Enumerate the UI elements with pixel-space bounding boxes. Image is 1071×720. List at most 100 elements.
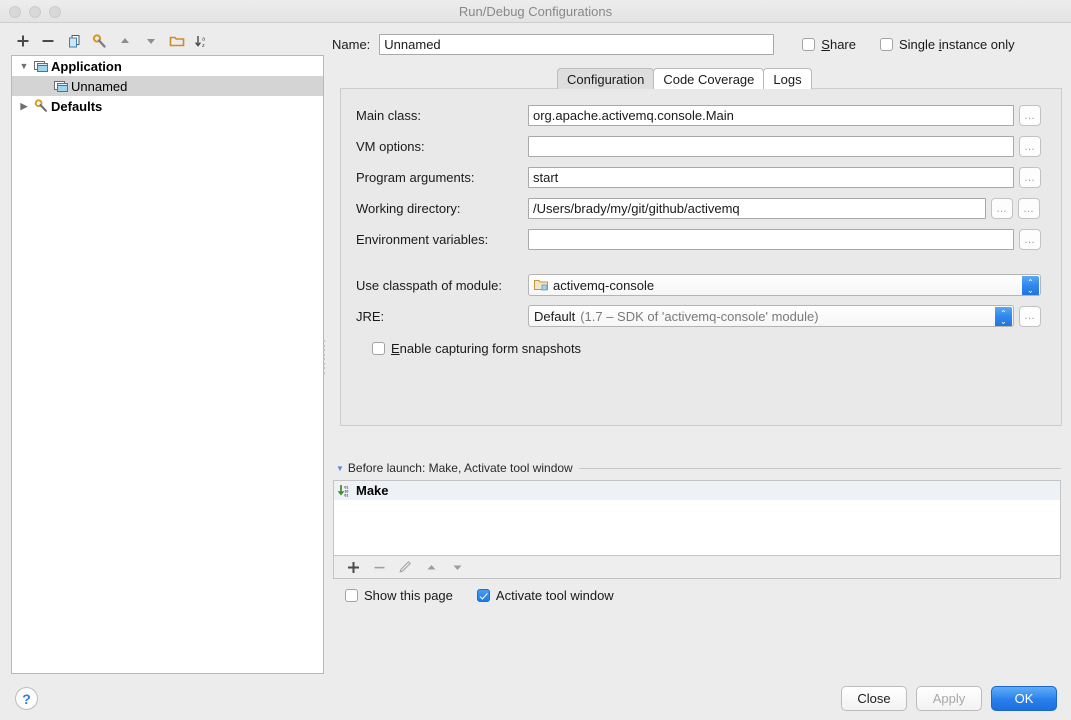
remove-task-button[interactable] xyxy=(368,557,390,577)
checkbox-box[interactable] xyxy=(372,342,385,355)
checkbox-box[interactable] xyxy=(345,589,358,602)
move-task-down-button[interactable] xyxy=(446,557,468,577)
tree-item-unnamed[interactable]: Unnamed xyxy=(12,76,323,96)
help-button[interactable]: ? xyxy=(15,687,38,710)
configuration-panel: Main class: org.apache.activemq.console.… xyxy=(340,88,1062,426)
show-this-page-checkbox[interactable]: Show this page xyxy=(345,588,453,603)
share-label-rest: hare xyxy=(829,36,856,52)
show-this-page-label: Show this page xyxy=(364,588,453,603)
chevron-down-icon[interactable]: ▼ xyxy=(336,464,344,473)
application-icon xyxy=(52,80,70,93)
name-row: Name: Unnamed Share Single instance only xyxy=(332,33,1062,55)
form-snapshots-checkbox[interactable]: Enable capturing form snapshots xyxy=(372,341,581,356)
module-classpath-label: Use classpath of module: xyxy=(356,277,502,293)
environment-variables-browse-button[interactable]: … xyxy=(1019,229,1041,250)
svg-text:a: a xyxy=(202,36,206,42)
jre-browse-button[interactable]: … xyxy=(1019,305,1041,327)
single-instance-checkbox[interactable]: Single instance only xyxy=(880,37,1015,52)
checkbox-box[interactable] xyxy=(880,37,893,51)
program-arguments-row: Program arguments: start … xyxy=(356,167,1041,188)
triangle-up-icon xyxy=(121,38,130,43)
working-directory-browse-button[interactable]: … xyxy=(1018,198,1040,219)
minus-icon xyxy=(374,566,384,568)
before-launch-list[interactable]: 01 10 01 Make xyxy=(333,480,1061,555)
main-class-label: Main class: xyxy=(356,108,422,123)
share-label: Share xyxy=(821,36,856,52)
tab-code-coverage[interactable]: Code Coverage xyxy=(653,68,765,89)
program-arguments-browse-button[interactable]: … xyxy=(1019,167,1041,188)
working-directory-label: Working directory: xyxy=(356,201,461,216)
svg-text:01: 01 xyxy=(344,493,348,497)
ok-button[interactable]: OK xyxy=(991,686,1057,711)
wrench-icon xyxy=(93,33,106,48)
sort-configurations-button[interactable]: a z xyxy=(189,29,215,53)
stepper-arrows-icon[interactable]: ⌃ ⌃ xyxy=(1022,276,1039,295)
remove-configuration-button[interactable] xyxy=(36,29,62,53)
plus-icon xyxy=(17,35,29,47)
before-launch-options: Show this page Activate tool window xyxy=(345,588,614,603)
main-class-input[interactable]: org.apache.activemq.console.Main xyxy=(528,105,1014,126)
pencil-icon xyxy=(399,561,411,573)
triangle-down-icon xyxy=(453,565,461,570)
environment-variables-input[interactable] xyxy=(528,229,1014,250)
triangle-up-icon xyxy=(427,564,435,569)
list-item-label: Make xyxy=(356,483,389,498)
apply-button[interactable]: Apply xyxy=(916,686,982,711)
make-icon: 01 10 01 xyxy=(337,484,352,498)
checkbox-box[interactable] xyxy=(802,37,816,51)
separator-line xyxy=(578,467,1061,469)
panel-splitter[interactable] xyxy=(322,340,326,374)
share-checkbox[interactable]: Share xyxy=(802,37,856,52)
copy-configuration-button[interactable] xyxy=(61,29,87,53)
activate-tool-window-label: Activate tool window xyxy=(495,588,614,603)
tree-item-defaults[interactable]: ▶ Defaults xyxy=(12,96,323,116)
create-folder-button[interactable] xyxy=(164,29,190,53)
sort-az-icon: a z xyxy=(195,35,206,49)
environment-variables-label: Environment variables: xyxy=(356,232,489,247)
stepper-arrows-icon[interactable]: ⌃ ⌃ xyxy=(995,307,1012,326)
edit-task-button[interactable] xyxy=(394,557,416,577)
svg-text:z: z xyxy=(202,43,205,49)
chevron-down-icon[interactable]: ▼ xyxy=(16,61,32,71)
chevron-right-icon[interactable]: ▶ xyxy=(16,101,32,112)
main-class-browse-button[interactable]: … xyxy=(1019,105,1041,126)
configurations-tree[interactable]: ▼ Application Unnamed ▶ Defaults xyxy=(11,55,324,674)
module-classpath-combo[interactable]: activemq-console ⌃ ⌃ xyxy=(528,274,1041,296)
activate-tool-window-checkbox[interactable]: Activate tool window xyxy=(476,588,614,603)
program-arguments-input[interactable]: start xyxy=(528,167,1014,188)
working-directory-macro-button[interactable]: … xyxy=(991,198,1013,219)
run-debug-configurations-dialog: Run/Debug Configurations a z ▼ Applicati… xyxy=(0,0,1071,720)
move-up-button[interactable] xyxy=(113,29,139,53)
before-launch-title: Before launch: Make, Activate tool windo… xyxy=(347,461,573,475)
tab-configuration[interactable]: Configuration xyxy=(557,68,655,89)
edit-defaults-button[interactable] xyxy=(87,29,113,53)
application-icon xyxy=(32,60,50,73)
checkbox-box[interactable] xyxy=(476,589,490,602)
add-configuration-button[interactable] xyxy=(10,29,36,53)
move-down-button[interactable] xyxy=(138,29,164,53)
copy-icon xyxy=(68,34,80,47)
working-directory-row: Working directory: /Users/brady/my/git/g… xyxy=(356,198,1040,219)
add-task-button[interactable] xyxy=(342,557,364,577)
wrench-icon xyxy=(32,99,50,113)
jre-combo[interactable]: Default (1.7 – SDK of 'activemq-console'… xyxy=(528,305,1014,327)
jre-row: JRE: Default (1.7 – SDK of 'activemq-con… xyxy=(356,305,1041,327)
main-class-row: Main class: org.apache.activemq.console.… xyxy=(356,105,1041,126)
dialog-button-bar: Close Apply OK xyxy=(841,686,1057,711)
program-arguments-label: Program arguments: xyxy=(356,170,475,185)
jre-detail: (1.7 – SDK of 'activemq-console' module) xyxy=(580,308,819,324)
name-input[interactable]: Unnamed xyxy=(379,33,775,55)
module-folder-icon xyxy=(534,279,548,291)
tree-item-application[interactable]: ▼ Application xyxy=(12,56,323,76)
list-item[interactable]: 01 10 01 Make xyxy=(334,481,1060,500)
vm-options-browse-button[interactable]: … xyxy=(1019,136,1041,157)
triangle-down-icon xyxy=(146,39,155,44)
close-button[interactable]: Close xyxy=(841,686,907,711)
move-task-up-button[interactable] xyxy=(420,557,442,577)
title-bar: Run/Debug Configurations xyxy=(0,0,1071,23)
tab-logs[interactable]: Logs xyxy=(763,68,812,89)
environment-variables-row: Environment variables: … xyxy=(356,229,1041,250)
vm-options-input[interactable] xyxy=(528,136,1014,157)
module-classpath-row: Use classpath of module: activemq-consol… xyxy=(356,274,1041,296)
working-directory-input[interactable]: /Users/brady/my/git/github/activemq xyxy=(528,198,986,219)
